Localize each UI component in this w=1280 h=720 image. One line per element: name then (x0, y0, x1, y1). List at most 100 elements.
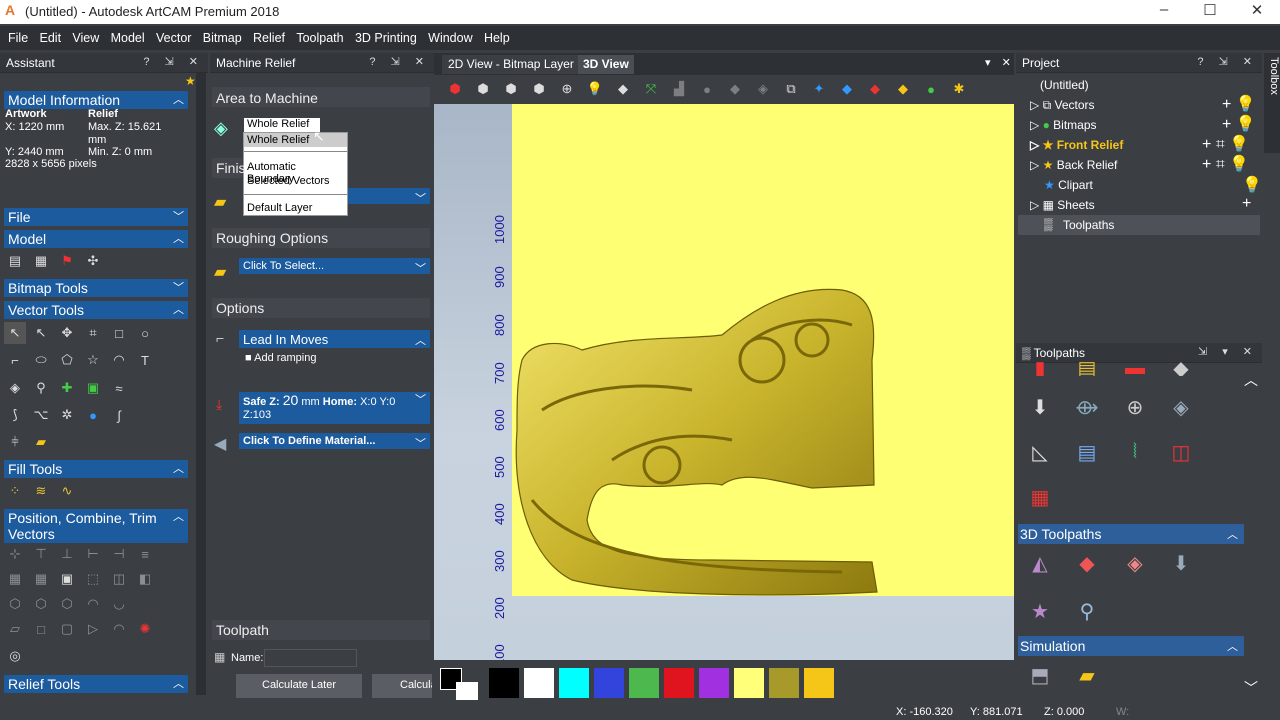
clipart-bulb-icon[interactable]: 💡 (1242, 175, 1262, 195)
menu-window[interactable]: Window (424, 26, 476, 45)
view-front-icon[interactable]: ⬢ (472, 78, 494, 100)
menu-model[interactable]: Model (107, 26, 149, 45)
intersect-icon[interactable]: ◧ (134, 568, 156, 590)
position-combine-section[interactable]: Position, Combine, Trim Vectors ︿ (4, 509, 188, 543)
expand-arrow-icon[interactable]: ▷ (1030, 98, 1039, 112)
expand-arrow-icon[interactable]: ▷ (1030, 118, 1039, 132)
close-button[interactable]: ✕ (1234, 1, 1280, 23)
option-automatic-boundary[interactable]: Automatic Boundary (244, 160, 347, 185)
tree-back-relief[interactable]: ▷ ★ Back Relief (1030, 158, 1117, 172)
align-h-icon[interactable]: ⊢ (82, 543, 104, 565)
color-swatch[interactable] (699, 668, 729, 698)
play-shape-icon[interactable]: ▷ (82, 618, 104, 640)
model-section[interactable]: Model ︿ (4, 230, 188, 248)
add-sheet-button[interactable]: + (1242, 195, 1251, 213)
inspect-tool-icon[interactable]: ⚲ (1072, 596, 1102, 626)
3d-toolpaths-section[interactable]: 3D Toolpaths ︿ (1018, 524, 1244, 544)
engrave-icon[interactable]: ◺ (1025, 437, 1055, 467)
menu-help[interactable]: Help (480, 26, 514, 45)
option-whole-relief[interactable]: Whole Relief (244, 133, 347, 147)
circle-icon[interactable]: ○ (134, 322, 156, 344)
option-default-layer[interactable]: Default Layer (244, 201, 347, 215)
lead-in-moves-section[interactable]: Lead In Moves ︿ (239, 330, 430, 348)
color-swatch[interactable] (734, 668, 764, 698)
z-level-icon[interactable]: ◆ (1072, 548, 1102, 578)
tree-clipart[interactable]: ★ Clipart (1044, 178, 1093, 192)
model-information-section[interactable]: Model Information ︿ (4, 91, 188, 109)
wave-icon[interactable]: ≈ (108, 377, 130, 399)
simulate-folder-icon[interactable]: ▰ (1072, 660, 1102, 690)
align-mid-icon[interactable]: ⊥ (56, 543, 78, 565)
texture-icon[interactable]: ◆ (724, 78, 746, 100)
offset-icon[interactable]: ⬡ (4, 593, 26, 615)
polygon-icon[interactable]: ⬠ (56, 349, 78, 371)
color-swatch[interactable] (524, 668, 554, 698)
toolpath-name-input[interactable] (264, 649, 357, 667)
arc-icon[interactable]: ◠ (108, 349, 130, 371)
finishing-tool-select[interactable]: ﹀ (348, 188, 430, 205)
fill-icon[interactable]: ◈ (4, 377, 26, 399)
minimize-button[interactable]: – (1141, 1, 1187, 23)
panel-controls[interactable]: ? ⇲ ✕ (1197, 55, 1258, 68)
select-arrow-icon[interactable]: ↖ (4, 322, 26, 344)
star-icon[interactable]: ★ (185, 74, 196, 88)
mirror-icon[interactable]: ⫩ (4, 431, 26, 453)
split-icon[interactable]: ◡ (108, 593, 130, 615)
axes-icon[interactable]: ⤧ (640, 78, 662, 100)
zoom-icon[interactable]: ⊕ (556, 78, 578, 100)
expand-arrow-icon[interactable]: ▷ (1030, 198, 1039, 212)
pin-icon[interactable]: ✱ (948, 78, 970, 100)
plane-icon[interactable]: ◆ (612, 78, 634, 100)
secondary-color-swatch[interactable] (456, 682, 478, 700)
area-dropdown[interactable]: Whole Relief ▾ (244, 118, 320, 143)
tree-root[interactable]: (Untitled) (1040, 78, 1089, 92)
layer-blue-icon[interactable]: ◆ (836, 78, 858, 100)
toolpath-tool-icon[interactable]: ▬ (1120, 360, 1150, 376)
join-icon[interactable]: ⬡ (30, 593, 52, 615)
relief-tools-section[interactable]: Relief Tools ︿ (4, 675, 188, 693)
color-swatch[interactable] (804, 668, 834, 698)
text-icon[interactable]: T (134, 349, 156, 371)
menu-view[interactable]: View (68, 26, 103, 45)
trim-icon[interactable]: ⬚ (82, 568, 104, 590)
simulate-icon[interactable]: ⬒ (1025, 660, 1055, 690)
fillet-icon[interactable]: ✲ (56, 404, 78, 426)
scroll-up-icon[interactable]: ︿ (1244, 370, 1258, 390)
add-ramping-option[interactable]: ■ Add ramping (245, 352, 316, 364)
front-relief-actions[interactable]: + ⌗ 💡 (1202, 135, 1249, 155)
curve-icon[interactable]: ⟆ (4, 404, 26, 426)
center-icon[interactable]: ✣ (82, 250, 104, 272)
bulb-icon[interactable]: 💡 (1236, 116, 1256, 133)
file-section[interactable]: File ﹀ (4, 208, 188, 226)
close-vector-icon[interactable]: ⬡ (56, 593, 78, 615)
green-dot-icon[interactable]: ● (920, 78, 942, 100)
drill-icon[interactable]: ⬇ (1025, 392, 1055, 422)
view-top-icon[interactable]: ⬢ (528, 78, 550, 100)
weld-icon[interactable]: ▣ (56, 568, 78, 590)
tree-front-relief[interactable]: ▷ ★ Front Relief (1030, 138, 1123, 152)
menu-bitmap[interactable]: Bitmap (199, 26, 246, 45)
back-relief-actions[interactable]: + ⌗ 💡 (1202, 155, 1249, 175)
checkbox-icon[interactable]: ■ (245, 352, 252, 364)
color-swatch[interactable] (559, 668, 589, 698)
bulb-icon[interactable]: 💡 (1229, 156, 1249, 173)
menu-toolpath[interactable]: Toolpath (292, 26, 347, 45)
render-icon[interactable]: ▟ (668, 78, 690, 100)
pattern-icon[interactable]: ≋ (30, 480, 52, 502)
area-clear-icon[interactable]: ◈ (1166, 392, 1196, 422)
flag-icon[interactable]: ⚑ (56, 250, 78, 272)
star-shape-icon[interactable]: ☆ (82, 349, 104, 371)
menu-edit[interactable]: Edit (36, 26, 66, 45)
spiral-tool-icon[interactable]: ⦚ (1120, 437, 1150, 467)
toolpath-tool-icon[interactable]: ▮ (1025, 360, 1055, 376)
assistant-scrollbar[interactable] (196, 73, 206, 695)
tree-vectors[interactable]: ▷ ⧉ Vectors (1030, 98, 1095, 113)
fluting-icon[interactable]: ▤ (1072, 437, 1102, 467)
toolbox-tab[interactable]: Toolbox (1264, 53, 1280, 153)
checker-icon[interactable]: ▦ (30, 250, 52, 272)
view-side-icon[interactable]: ⬢ (500, 78, 522, 100)
grid-tool-icon[interactable]: ▦ (1025, 482, 1055, 512)
copy-green-icon[interactable]: ▣ (82, 377, 104, 399)
tree-sheets[interactable]: ▷ ▦ Sheets (1030, 198, 1095, 212)
panel-controls[interactable]: ? ⇲ ✕ (369, 55, 430, 68)
